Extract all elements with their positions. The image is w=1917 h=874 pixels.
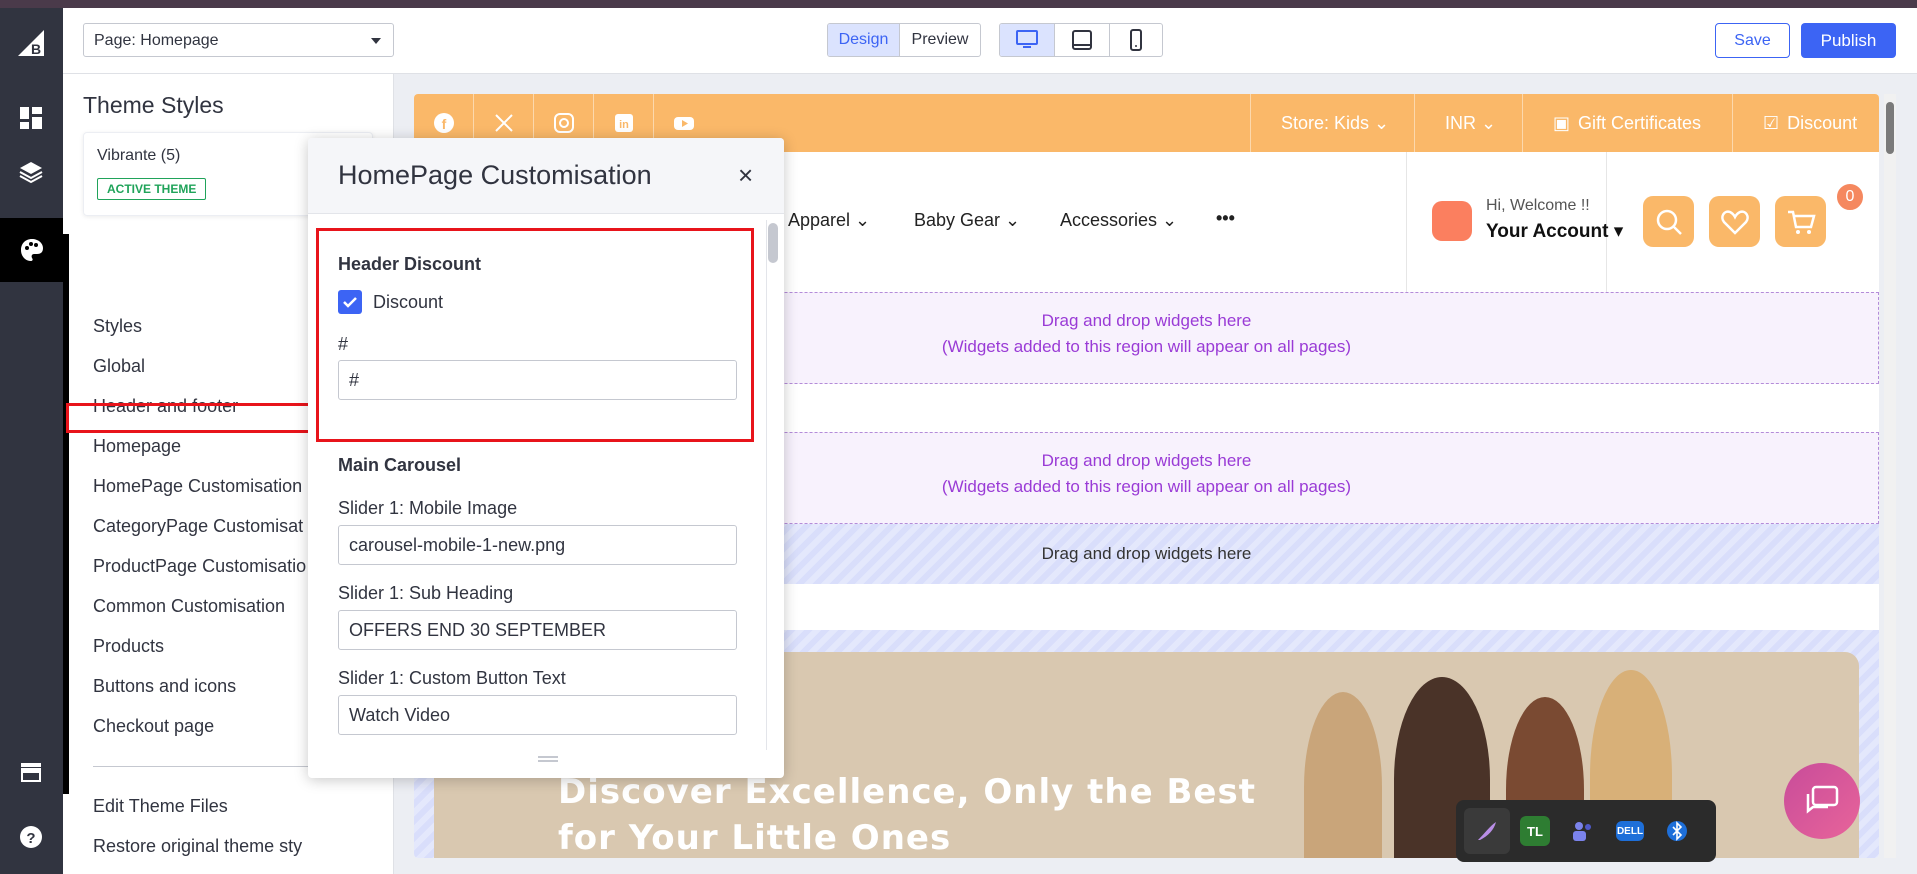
slider1-btn-input[interactable]: Watch Video (338, 695, 737, 735)
close-icon[interactable]: × (738, 162, 753, 188)
window-top-strip (0, 0, 1917, 8)
slider1-mobile-label: Slider 1: Mobile Image (338, 498, 518, 518)
left-rail: B ? (0, 8, 63, 874)
account-greeting: Hi, Welcome !! (1486, 197, 1590, 214)
menu-divider (93, 766, 343, 767)
publish-button[interactable]: Publish (1801, 23, 1896, 58)
highlight-header-discount (316, 228, 754, 442)
hero-heading-line1: Discover Excellence, Only the Best (558, 772, 1256, 812)
menu-item-buttons-icons[interactable]: Buttons and icons (93, 676, 236, 697)
slider1-mobile-input[interactable]: carousel-mobile-1-new.png (338, 525, 737, 565)
tablet-icon[interactable] (1055, 24, 1110, 56)
system-tray: TL DELL (1456, 800, 1716, 862)
menu-item-categorypage-customisation[interactable]: CategoryPage Customisat (93, 516, 303, 537)
menu-item-homepage-customisation[interactable]: HomePage Customisation (93, 476, 302, 497)
hero-image-child (1304, 692, 1382, 858)
nav-divider (1406, 152, 1407, 292)
discount-link[interactable]: ☑ Discount (1732, 94, 1879, 152)
menu-item-edit-theme-files[interactable]: Edit Theme Files (93, 796, 228, 817)
hero-heading-line2: for Your Little Ones (558, 818, 952, 858)
gift-certificates-link[interactable]: ▣ Gift Certificates (1522, 94, 1732, 152)
svg-text:in: in (619, 119, 629, 131)
gift-icon: ▣ (1553, 112, 1571, 133)
bluetooth-icon[interactable] (1654, 808, 1700, 854)
cart-count-badge: 0 (1835, 182, 1865, 212)
panel-title: Theme Styles (83, 92, 224, 118)
editor-toolbar: Page: Homepage Design Preview Save Publi… (63, 8, 1917, 74)
dashboard-icon[interactable] (14, 101, 48, 135)
nav-baby-gear[interactable]: Baby Gear ⌄ (914, 210, 1020, 231)
active-theme-badge: ACTIVE THEME (97, 178, 207, 200)
svg-text:B: B (31, 41, 41, 57)
menu-item-products[interactable]: Products (93, 636, 164, 657)
device-toggle (999, 23, 1163, 57)
menu-item-productpage-customisation[interactable]: ProductPage Customisatio (93, 556, 306, 577)
resize-grip-icon[interactable] (538, 756, 558, 762)
preview-button[interactable]: Preview (900, 24, 980, 56)
feather-app-icon[interactable] (1464, 808, 1510, 854)
menu-item-styles[interactable]: Styles (93, 316, 142, 337)
wishlist-heart-icon[interactable] (1709, 196, 1760, 247)
slider1-btn-label: Slider 1: Custom Button Text (338, 668, 566, 688)
page-select[interactable]: Page: Homepage (83, 23, 394, 57)
svg-text:?: ? (26, 830, 35, 847)
mobile-icon[interactable] (1110, 24, 1162, 56)
design-button[interactable]: Design (828, 24, 900, 56)
menu-item-checkout-page[interactable]: Checkout page (93, 716, 214, 737)
dell-icon[interactable]: DELL (1616, 821, 1644, 841)
chevron-down-icon (371, 38, 381, 44)
discount-label: Discount (1787, 112, 1858, 133)
preview-scrollbar[interactable] (1884, 94, 1896, 858)
save-button[interactable]: Save (1715, 23, 1790, 58)
search-icon[interactable] (1643, 196, 1694, 247)
popup-header: HomePage Customisation × (308, 138, 784, 214)
main-carousel-heading: Main Carousel (338, 455, 462, 475)
svg-text:f: f (441, 116, 446, 132)
page-select-value: Page: Homepage (94, 32, 219, 49)
slider1-sub-label: Slider 1: Sub Heading (338, 583, 514, 603)
user-icon[interactable] (1432, 201, 1472, 241)
bigcommerce-logo-icon[interactable]: B (14, 26, 48, 60)
account-link[interactable]: Your Account ▾ (1486, 220, 1623, 243)
storefront-icon[interactable] (14, 755, 48, 789)
chat-bubble-icon[interactable] (1784, 763, 1860, 839)
desktop-icon[interactable] (1000, 24, 1055, 56)
menu-item-homepage[interactable]: Homepage (93, 436, 181, 457)
theme-styles-icon[interactable] (0, 218, 63, 282)
cart-icon[interactable] (1775, 196, 1826, 247)
teams-icon[interactable] (1560, 808, 1606, 854)
theme-name: Vibrante (5) (97, 147, 181, 164)
popup-scrollbar-thumb[interactable] (768, 223, 778, 263)
nav-accessories[interactable]: Accessories ⌄ (1060, 210, 1177, 231)
help-icon[interactable]: ? (14, 820, 48, 854)
mode-toggle: Design Preview (827, 23, 981, 57)
popup-title: HomePage Customisation (338, 160, 652, 190)
menu-item-common-customisation[interactable]: Common Customisation (93, 596, 285, 617)
popup-scroll-track (766, 220, 780, 750)
tl-app-icon[interactable]: TL (1520, 816, 1550, 846)
nav-more[interactable]: ••• (1216, 208, 1235, 229)
scrollbar-thumb[interactable] (1886, 102, 1894, 154)
highlight-menu-item (66, 403, 313, 433)
layers-icon[interactable] (14, 155, 48, 189)
menu-item-restore-theme[interactable]: Restore original theme sty (93, 836, 302, 857)
store-switcher[interactable]: Store: Kids ⌄ (1250, 94, 1414, 152)
menu-item-global[interactable]: Global (93, 356, 145, 377)
discount-icon: ☑ (1763, 112, 1780, 133)
nav-apparel[interactable]: Apparel ⌄ (788, 210, 870, 231)
slider1-sub-input[interactable]: OFFERS END 30 SEPTEMBER (338, 610, 737, 650)
currency-switcher[interactable]: INR ⌄ (1414, 94, 1522, 152)
gift-certificates-label: Gift Certificates (1578, 112, 1702, 133)
